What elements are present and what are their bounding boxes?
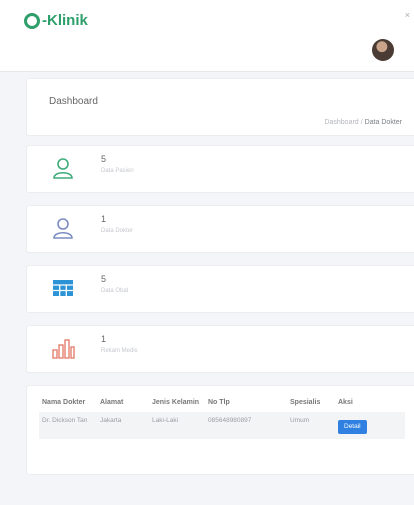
breadcrumb-dashboard-link[interactable]: Dashboard bbox=[324, 119, 358, 126]
logo-mark-icon bbox=[24, 12, 40, 29]
breadcrumb-current: Data Dokter bbox=[364, 119, 402, 126]
stat-card-pasien[interactable]: 5 Data Pasien bbox=[26, 145, 414, 193]
dokter-table-card: Nama Dokter Alamat Jenis Kelamin No Tlp … bbox=[26, 385, 414, 475]
top-navbar: -Klinik × bbox=[0, 0, 414, 72]
stat-value: 1 bbox=[101, 214, 107, 224]
cell-nama: Dr. Dickson Tan bbox=[39, 412, 97, 439]
detail-button[interactable]: Detail bbox=[338, 420, 367, 434]
cell-alamat: Jakarta bbox=[97, 412, 149, 439]
stat-card-rekam-medis[interactable]: 1 Rekam Medis bbox=[26, 325, 414, 373]
table-row: Dr. Dickson Tan Jakarta Laki-Laki 085648… bbox=[39, 412, 405, 439]
cell-no-tlp: 085648980897 bbox=[205, 412, 287, 439]
col-header-no-tlp: No Tlp bbox=[208, 399, 230, 406]
stat-label: Data Obat bbox=[101, 288, 129, 294]
user-icon bbox=[53, 158, 73, 179]
cell-jenis-kelamin: Laki-Laki bbox=[149, 412, 205, 439]
page-title: Dashboard bbox=[49, 96, 98, 107]
col-header-spesialis: Spesialis bbox=[290, 399, 321, 406]
stat-label: Data Dokter bbox=[101, 228, 134, 234]
brand-logo[interactable]: -Klinik bbox=[24, 12, 88, 29]
breadcrumb: Dashboard / Data Dokter bbox=[324, 119, 402, 126]
table-icon bbox=[53, 280, 73, 296]
stat-card-obat[interactable]: 5 Data Obat bbox=[26, 265, 414, 313]
stat-value: 1 bbox=[101, 334, 107, 344]
stat-value: 5 bbox=[101, 154, 107, 164]
table-header-row: Nama Dokter Alamat Jenis Kelamin No Tlp … bbox=[39, 396, 405, 412]
cell-aksi: Detail bbox=[335, 412, 405, 439]
breadcrumb-separator: / bbox=[360, 119, 363, 126]
page-header-card: Dashboard Dashboard / Data Dokter bbox=[26, 78, 414, 136]
user-outline-icon bbox=[53, 218, 73, 239]
brand-name: -Klinik bbox=[42, 12, 88, 29]
bar-chart-icon bbox=[52, 339, 75, 359]
cell-spesialis: Umum bbox=[287, 412, 335, 439]
user-avatar[interactable] bbox=[372, 39, 394, 61]
col-header-aksi: Aksi bbox=[338, 399, 353, 406]
close-icon[interactable]: × bbox=[405, 10, 410, 20]
col-header-alamat: Alamat bbox=[100, 399, 124, 406]
dokter-table: Nama Dokter Alamat Jenis Kelamin No Tlp … bbox=[39, 396, 405, 439]
col-header-nama: Nama Dokter bbox=[42, 399, 86, 406]
stat-card-dokter[interactable]: 1 Data Dokter bbox=[26, 205, 414, 253]
stat-label: Data Pasien bbox=[101, 168, 134, 174]
col-header-jenis-kelamin: Jenis Kelamin bbox=[152, 399, 200, 406]
stat-value: 5 bbox=[101, 274, 107, 284]
stat-label: Rekam Medis bbox=[101, 348, 138, 354]
